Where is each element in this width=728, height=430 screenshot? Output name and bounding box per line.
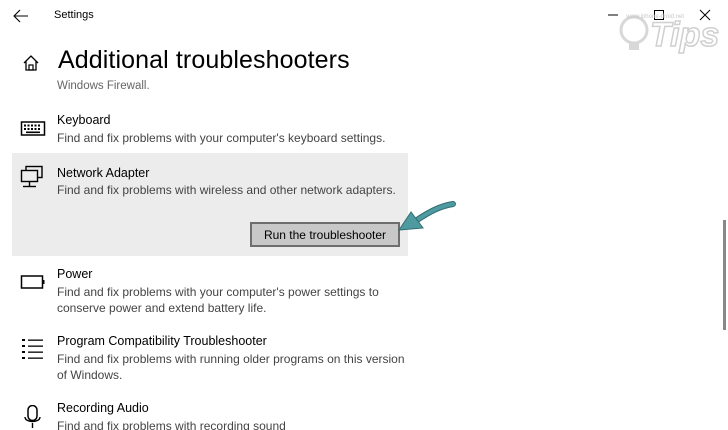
run-troubleshooter-button[interactable]: Run the troubleshooter xyxy=(250,222,400,247)
scrollbar[interactable] xyxy=(720,32,728,430)
list-icon xyxy=(20,338,46,362)
item-name: Network Adapter xyxy=(57,166,150,180)
item-description: Find and fix problems with your computer… xyxy=(57,131,386,145)
back-arrow-icon xyxy=(13,9,28,23)
scroll-thumb[interactable] xyxy=(723,220,726,330)
item-name: Power xyxy=(57,267,93,281)
troubleshooter-item-recording-audio[interactable]: Recording Audio Find and fix problems wi… xyxy=(12,401,408,430)
item-name: Keyboard xyxy=(57,113,111,127)
keyboard-icon xyxy=(20,117,46,141)
troubleshooter-item-power[interactable]: Power Find and fix problems with your co… xyxy=(12,267,408,319)
network-icon xyxy=(20,165,46,189)
clipped-item-description: Windows Firewall. xyxy=(57,80,150,92)
troubleshooter-item-keyboard[interactable]: Keyboard Find and fix problems with your… xyxy=(12,113,408,149)
watermark-logo: Tips www.iphone-droid.net xyxy=(610,4,724,60)
annotation-arrow-icon xyxy=(395,198,457,238)
back-button[interactable] xyxy=(10,6,32,26)
home-button[interactable] xyxy=(22,54,40,72)
item-description: Find and fix problems with wireless and … xyxy=(57,183,396,197)
item-description: Find and fix problems with recording sou… xyxy=(57,419,286,430)
troubleshooter-item-program-compatibility[interactable]: Program Compatibility Troubleshooter Fin… xyxy=(12,334,408,386)
page-title: Additional troubleshooters xyxy=(58,46,350,74)
item-description: Find and fix problems with running older… xyxy=(57,352,405,382)
lightbulb-icon: Tips xyxy=(619,15,720,55)
item-name: Recording Audio xyxy=(57,401,149,415)
home-icon xyxy=(23,55,39,71)
item-description: Find and fix problems with your computer… xyxy=(57,285,379,315)
item-name: Program Compatibility Troubleshooter xyxy=(57,334,267,348)
app-title: Settings xyxy=(54,9,94,21)
microphone-icon xyxy=(20,404,46,429)
watermark-text: Tips xyxy=(650,16,719,54)
battery-icon xyxy=(20,271,46,295)
watermark-url: www.iphone-droid.net xyxy=(626,14,684,20)
